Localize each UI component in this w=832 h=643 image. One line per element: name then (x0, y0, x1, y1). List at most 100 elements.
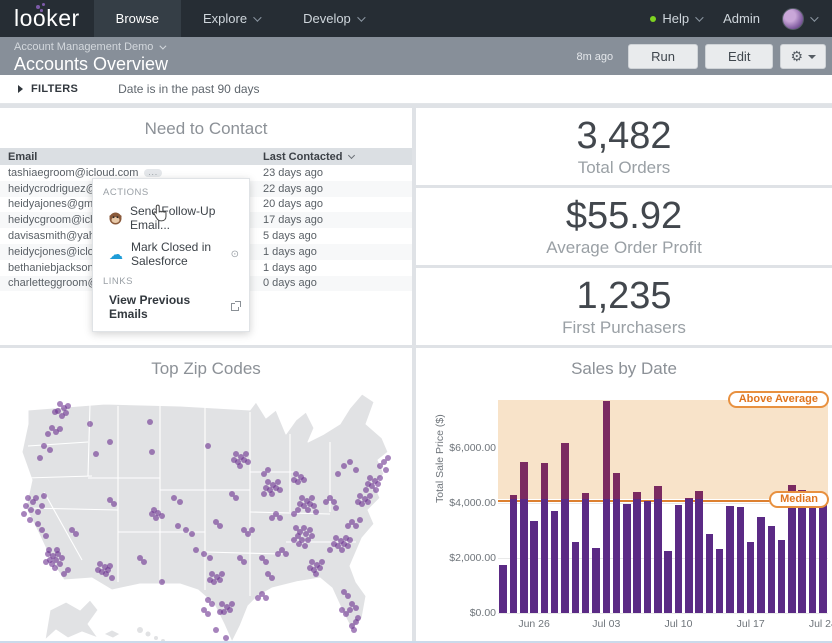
menu-item[interactable]: ☁ Mark Closed in Salesforce ⊙ (93, 236, 249, 272)
zip-code-dot (265, 467, 271, 473)
zip-code-dot (296, 541, 302, 547)
last-run-age: 8m ago (576, 50, 614, 63)
filters-label[interactable]: FILTERS (31, 83, 78, 95)
x-tick-label: Jul 10 (664, 618, 693, 630)
bar (777, 540, 786, 613)
total-orders-value: 3,482 (576, 115, 672, 157)
zip-code-dot (177, 499, 183, 505)
zip-code-dot (193, 547, 199, 553)
zip-code-dot (21, 511, 27, 517)
zip-code-dot (343, 611, 349, 617)
zip-code-dot (93, 451, 99, 457)
x-tick-label: Jul 17 (736, 618, 765, 630)
zip-code-dot (383, 467, 389, 473)
chevron-down-icon (253, 12, 262, 22)
bar (746, 542, 755, 613)
zip-code-dot (311, 503, 317, 509)
zip-code-dot (227, 607, 233, 613)
zip-code-dot (357, 517, 363, 523)
bar (520, 461, 528, 613)
first-purchasers-label: First Purchasers (562, 317, 686, 337)
zip-code-dot (275, 479, 281, 485)
card-title: Need to Contact (144, 119, 268, 138)
zip-code-dot (353, 523, 359, 529)
column-header-email[interactable]: Email (0, 151, 263, 163)
zip-code-dot (52, 565, 58, 571)
filter-value[interactable]: Date is in the past 90 days (118, 82, 259, 96)
zip-code-dot (73, 531, 79, 537)
zip-code-dot (171, 495, 177, 501)
zip-code-dot (149, 511, 155, 517)
zip-code-dot (341, 463, 347, 469)
column-header-last-contacted-label: Last Contacted (263, 150, 343, 163)
zip-code-dot (207, 577, 213, 583)
nav-tab-develop-label: Develop (303, 11, 351, 26)
zip-code-dot (175, 523, 181, 529)
bar (643, 501, 652, 613)
zip-code-dot (46, 547, 52, 553)
bar (540, 463, 549, 613)
zip-code-dot (291, 537, 297, 543)
bar (602, 400, 611, 613)
x-tick-label: Jun 26 (518, 618, 550, 630)
row-actions-icon[interactable]: ... (144, 168, 163, 177)
bar (592, 547, 600, 613)
zip-code-dot (367, 493, 373, 499)
bar (685, 497, 693, 613)
logo-bubble-icon (40, 9, 43, 12)
zip-code-dot (217, 577, 223, 583)
zip-code-dot (291, 511, 297, 517)
zip-code-dot (333, 535, 339, 541)
zip-code-dot (261, 491, 267, 497)
admin-menu[interactable]: Admin (723, 11, 760, 26)
zip-code-dot (355, 499, 361, 505)
zip-code-dot (265, 479, 271, 485)
zip-code-dot (331, 541, 337, 547)
zip-code-dot (353, 467, 359, 473)
nav-tab-explore[interactable]: Explore (181, 0, 281, 37)
zip-code-dot (159, 579, 165, 585)
us-map-land (21, 393, 389, 643)
menu-section-label: LINKS (103, 276, 133, 287)
column-header-last-contacted[interactable]: Last Contacted (263, 151, 412, 163)
zip-code-dot (217, 609, 223, 615)
bar (499, 565, 507, 613)
nav-tab-browse[interactable]: Browse (93, 0, 182, 37)
bar (561, 442, 569, 613)
top-zip-codes-card: Top Zip Codes (0, 348, 412, 643)
zip-code-dot (347, 459, 353, 465)
user-menu[interactable] (782, 7, 819, 30)
zip-code-dot (231, 457, 237, 463)
above-average-pill: Above Average (727, 390, 829, 408)
expand-triangle-icon[interactable] (18, 85, 23, 93)
nav-tab-develop[interactable]: Develop (281, 0, 385, 37)
zip-code-dot (297, 501, 303, 507)
zip-code-dot (233, 495, 239, 501)
bar (612, 473, 621, 613)
zip-code-dot (111, 501, 117, 507)
dashboard-settings-button[interactable]: ⚙ (780, 44, 826, 69)
menu-item-label: Mark Closed in Salesforce (131, 240, 212, 268)
menu-item[interactable]: View Previous Emails (93, 289, 249, 325)
help-menu[interactable]: Help (650, 11, 704, 26)
zip-code-dot (269, 491, 275, 497)
filters-bar: FILTERS Date is in the past 90 days (0, 75, 832, 104)
zip-code-dot (59, 413, 65, 419)
zip-code-dot (305, 507, 311, 513)
chevron-down-icon (159, 42, 167, 50)
zip-code-dot (107, 439, 113, 445)
zip-code-dot (189, 531, 195, 537)
menu-item[interactable]: Send Follow-Up Email... (93, 200, 249, 236)
gridline (498, 613, 828, 614)
looker-logo[interactable]: looker (0, 0, 94, 37)
zip-code-dot (269, 575, 275, 581)
zip-code-dot (23, 503, 29, 509)
zip-code-dot (255, 595, 261, 601)
edit-button[interactable]: Edit (705, 44, 774, 69)
zip-code-dot (355, 615, 361, 621)
first-purchasers-card: 1,235 First Purchasers (416, 268, 832, 345)
run-button[interactable]: Run (628, 44, 699, 69)
zip-code-dot (87, 421, 93, 427)
zip-code-dot (263, 595, 269, 601)
bar (530, 520, 538, 613)
